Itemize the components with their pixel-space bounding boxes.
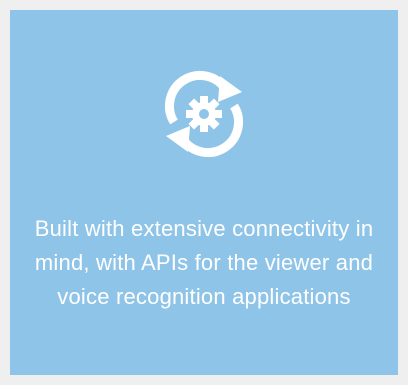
- feature-card: Built with extensive connectivity in min…: [10, 10, 398, 375]
- feature-caption: Built with extensive connectivity in min…: [34, 216, 374, 309]
- sync-gear-icon: [156, 66, 252, 162]
